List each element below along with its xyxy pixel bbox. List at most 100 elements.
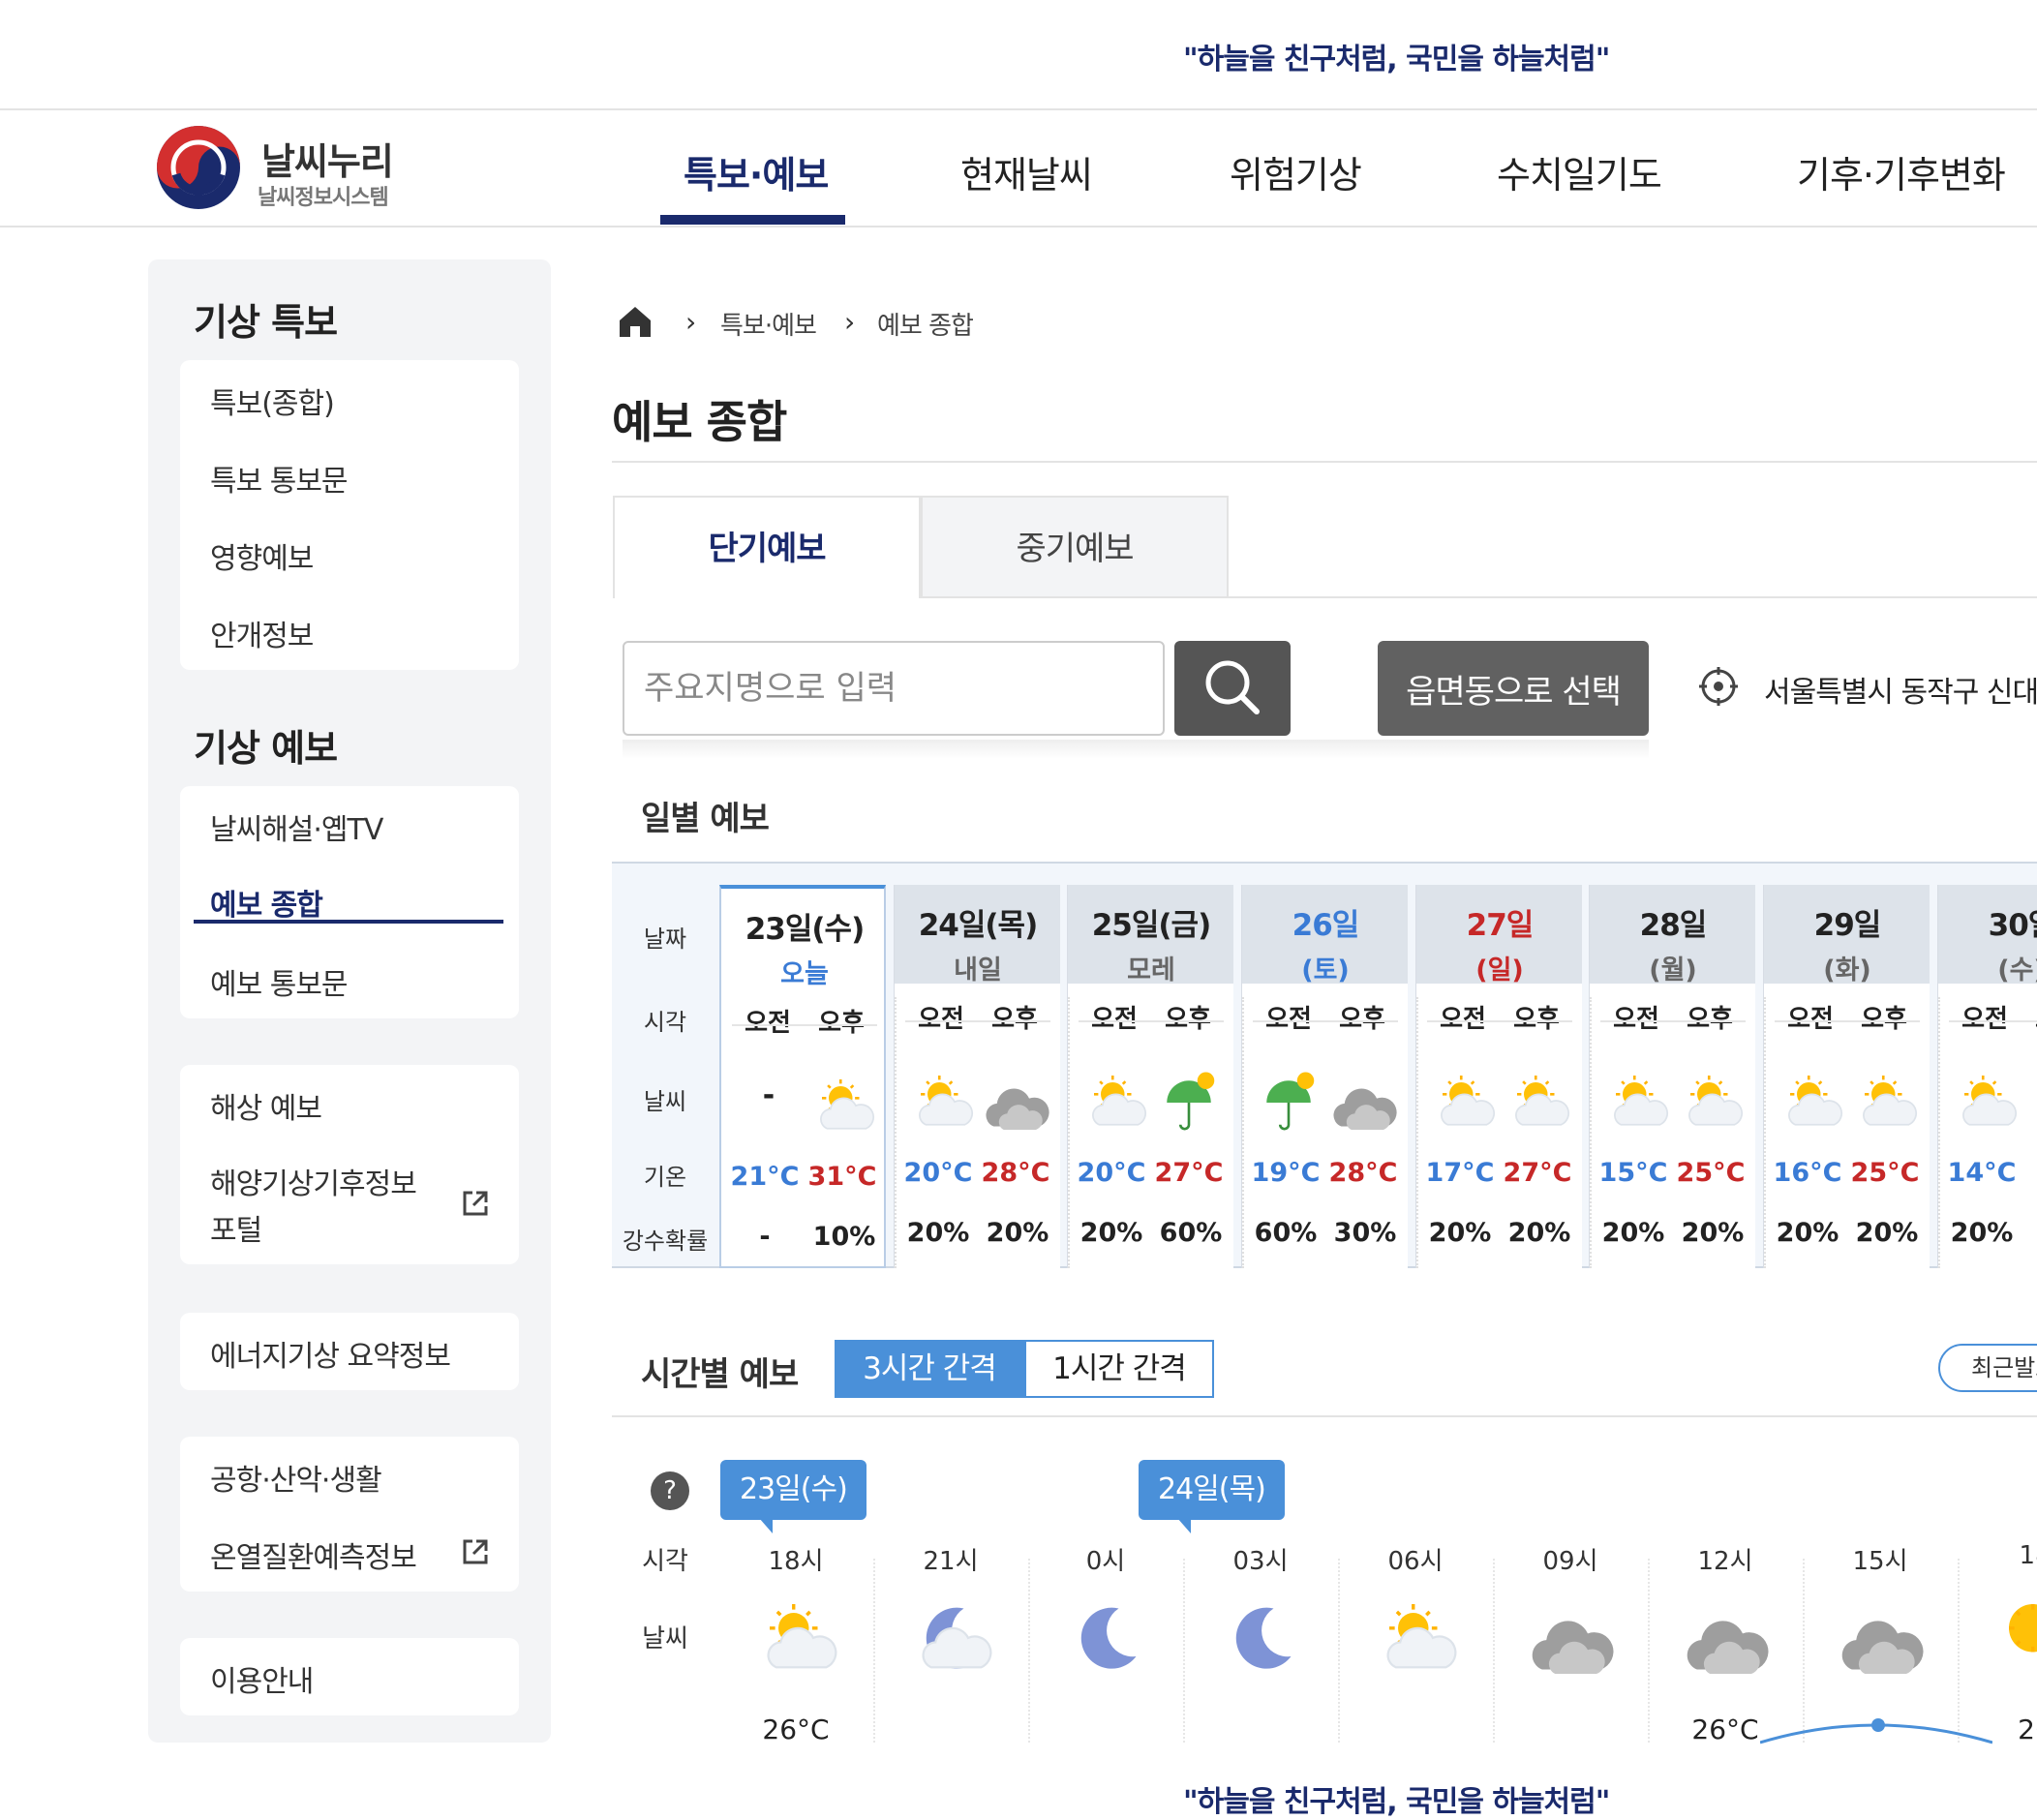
sidebar-item-impact-forecast[interactable]: 영향예보 [210,534,314,577]
precip-prob-am: 20% [1079,1218,1143,1248]
gnb-forecast[interactable]: 특보·예보 [684,145,829,198]
brand-name[interactable]: 날씨누리 [261,132,394,185]
chevron-right-icon: › [844,306,856,338]
weather-icon-moon [1217,1595,1304,1683]
sidebar-item-warning-summary[interactable]: 특보(종합) [210,379,335,422]
hourly-time: 12시 [1697,1547,1753,1576]
sidebar-item-fog-info[interactable]: 안개정보 [210,612,314,654]
tab-3-hour-interval[interactable]: 3시간 간격 [835,1340,1024,1398]
header-underline [1079,1020,1224,1022]
day-column: 27일 (일) 오전 오후 17°C 27°C 20% 20% [1415,885,1582,1268]
date-badge-today: 23일(수) [720,1460,866,1533]
weather-icon-umbrella [1155,1069,1223,1137]
day-date: 28일 [1639,908,1708,943]
pm-label: 오후 [1165,1005,1211,1034]
precip-prob-pm: 20% [986,1218,1049,1248]
hourly-row-label-time: 시각 [642,1547,688,1576]
max-temperature: 25°C [1676,1158,1746,1188]
sidebar-item-forecast-summary[interactable]: 예보 종합 [210,881,323,924]
tab-short-term[interactable]: 단기예보 [613,496,921,598]
precip-prob-pm: 30% [1333,1218,1397,1248]
date-badge-tomorrow: 24일(목) [1139,1460,1285,1533]
search-icon [1205,660,1260,714]
hourly-time: 0시 [1085,1547,1126,1576]
home-icon[interactable] [618,304,653,339]
max-temperature: 28°C [981,1158,1050,1188]
weather-icon-cloud [1527,1595,1614,1683]
header-underline [1253,1020,1398,1022]
am-label: 오전 [745,1009,791,1038]
day-subtitle: (일) [1475,956,1524,986]
weather-icon-sun-cloud [808,1073,876,1140]
search-button[interactable] [1174,641,1291,736]
page-title: 예보 종합 [612,396,787,448]
row-label-time: 시각 [643,1009,687,1036]
sidebar-item-ocean-portal[interactable]: 해양기상기후정보 포털 [210,1162,417,1255]
search-input[interactable] [623,641,1165,736]
min-temperature: 21°C [730,1162,800,1192]
weather-icon-sun-cloud [1851,1069,1919,1137]
breadcrumb-forecast[interactable]: 특보·예보 [720,306,817,342]
header-underline [1600,1020,1746,1022]
row-label-weather: 날씨 [643,1088,687,1115]
tab-1-hour-interval[interactable]: 1시간 간격 [1024,1340,1214,1398]
precip-prob-am: 20% [1601,1218,1665,1248]
day-column: 25일(금) 모레 오전 오후 20°C 27°C 20% 60% [1067,885,1233,1268]
sidebar-item-weather-commentary[interactable]: 날씨해설·옙TV [210,805,383,848]
column-separator [1242,997,1244,1268]
pm-label: 오후 [1861,1005,1907,1034]
gnb-hazard-weather[interactable]: 위험기상 [1230,145,1362,198]
sidebar-item-airport-mountain[interactable]: 공항·산악·생활 [210,1456,382,1499]
precip-prob-am: 60% [1254,1218,1318,1248]
min-temperature: 16°C [1773,1158,1842,1188]
sidebar-heading-forecast: 기상 예보 [194,727,338,770]
brand-subtitle: 날씨정보시스템 [258,186,389,210]
daily-forecast-title: 일별 예보 [641,800,770,838]
day-date: 25일(금) [1091,908,1212,943]
sidebar-item-heat-illness[interactable]: 온열질환예측정보 [210,1533,417,1576]
hourly-separator [873,1559,875,1743]
weather-icon-sun-cloud [907,1069,975,1137]
kma-logo[interactable] [155,124,242,211]
sidebar-item-marine-forecast[interactable]: 해상 예보 [210,1084,322,1127]
recent-release-button[interactable]: 최근발표 [1938,1344,2037,1392]
help-icon[interactable]: ? [651,1471,689,1510]
am-label: 오전 [1440,1005,1486,1034]
min-temperature: 17°C [1425,1158,1495,1188]
select-town-button[interactable]: 읍면동으로 선택 [1378,641,1649,736]
sidebar-active-indicator [194,920,503,924]
current-location[interactable]: 서울특별시 동작구 신대방 [1764,668,2037,711]
top-slogan: "하늘을 친구처럼, 국민을 하늘처럼" [1183,43,1610,76]
gnb-climate[interactable]: 기후·기후변화 [1797,145,2006,198]
gnb-numerical-chart[interactable]: 수치일기도 [1497,145,1662,198]
am-label: 오전 [1961,1005,2008,1034]
breadcrumb-current: 예보 종합 [877,312,974,341]
sidebar-item-guide[interactable]: 이용안내 [210,1657,314,1700]
search-shadow [623,740,1649,759]
hourly-separator [1338,1559,1340,1743]
precip-prob-pm: 60% [1159,1218,1223,1248]
precip-prob-pm: 20% [1855,1218,1919,1248]
am-label: 오전 [1091,1005,1138,1034]
page-bottom [0,1744,2037,1801]
hourly-separator [1183,1559,1185,1743]
sidebar-heading-warning: 기상 특보 [194,301,338,344]
day-date: 29일 [1813,908,1882,943]
day-subtitle: (토) [1301,956,1350,986]
tab-divider [1229,596,2037,598]
weather-icon-umbrella [1255,1069,1323,1137]
gnb-current-weather[interactable]: 현재날씨 [960,145,1093,198]
weather-icon-cloud [1682,1595,1769,1683]
sidebar-item-warning-bulletin[interactable]: 특보 통보문 [210,457,349,500]
min-temperature: 20°C [903,1158,973,1188]
chevron-right-icon: › [685,306,697,338]
external-link-icon[interactable] [461,1189,490,1218]
min-temperature: 15°C [1598,1158,1668,1188]
sidebar-item-forecast-bulletin[interactable]: 예보 통보문 [210,960,349,1003]
min-temperature: 14°C [1947,1158,2017,1188]
tab-mid-term[interactable]: 중기예보 [921,496,1229,598]
weather-icon-sun-cloud [1777,1069,1844,1137]
gps-icon[interactable] [1698,666,1739,707]
external-link-icon[interactable] [461,1537,490,1566]
sidebar-item-energy-summary[interactable]: 에너지기상 요약정보 [210,1332,451,1375]
